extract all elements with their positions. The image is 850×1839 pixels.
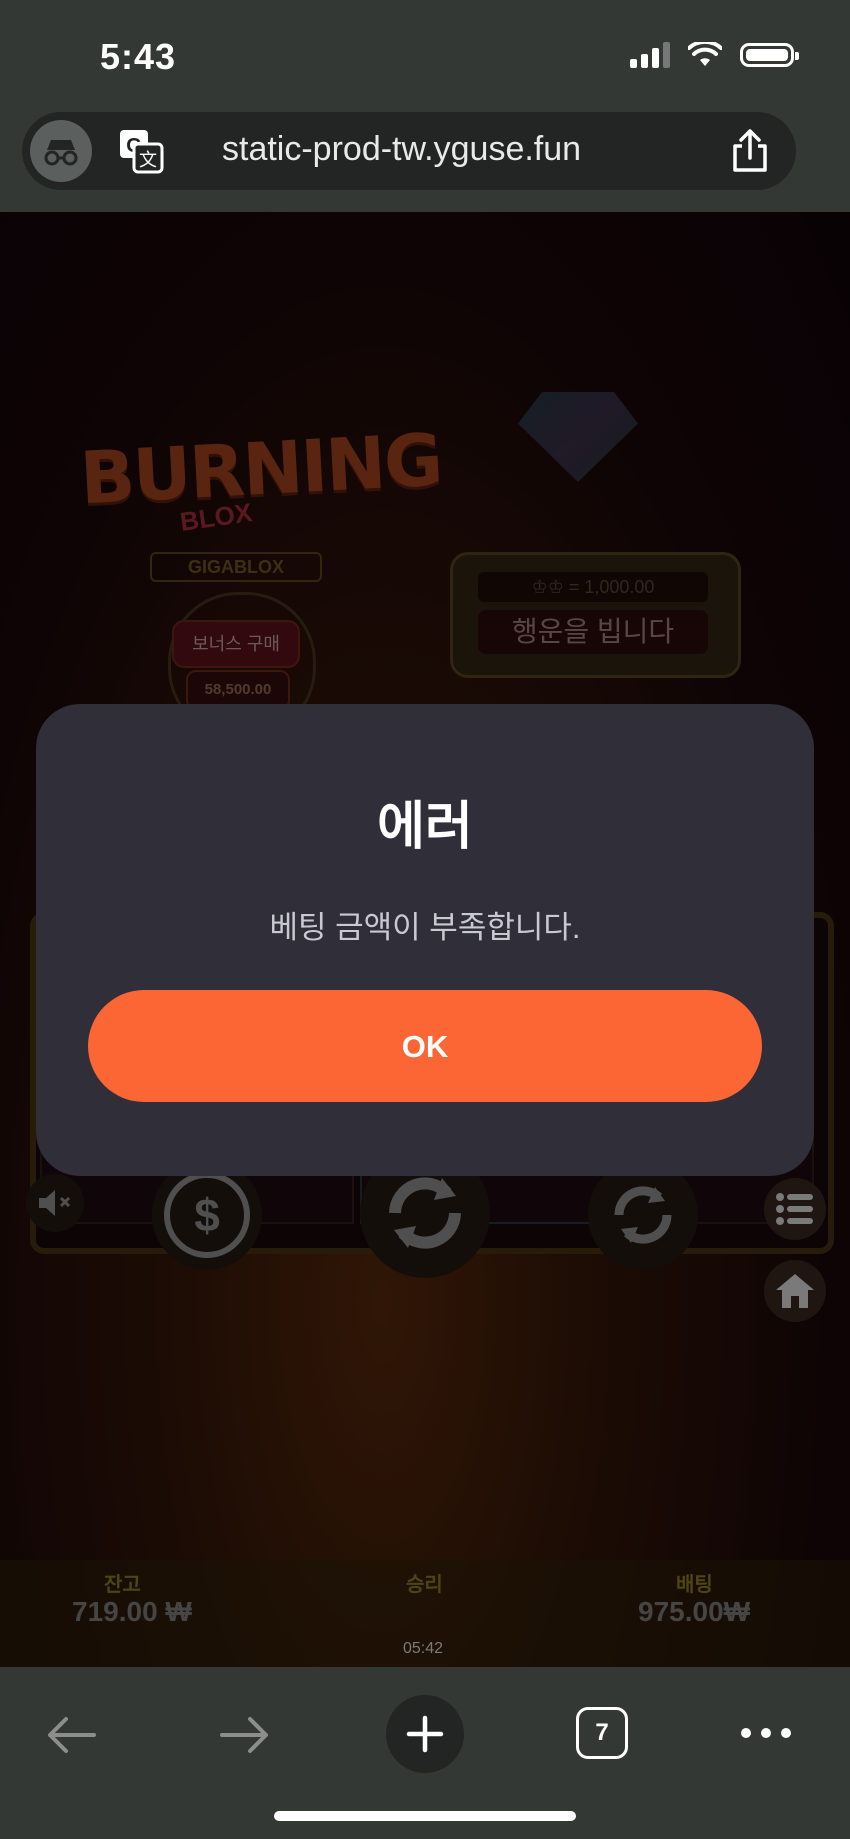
tabs-button[interactable]: 7 bbox=[576, 1707, 628, 1759]
battery-icon bbox=[740, 43, 799, 67]
error-dialog: 에러 베팅 금액이 부족합니다. OK bbox=[36, 704, 814, 1176]
address-bar[interactable]: G 文 static-prod-tw.yguse.fun bbox=[22, 112, 796, 190]
url-text[interactable]: static-prod-tw.yguse.fun bbox=[222, 130, 581, 169]
dialog-title: 에러 bbox=[377, 798, 473, 856]
back-icon[interactable] bbox=[40, 1705, 100, 1765]
dialog-message: 베팅 금액이 부족합니다. bbox=[269, 910, 581, 945]
share-icon[interactable] bbox=[730, 128, 770, 174]
browser-top-bar: 5:43 G 文 static-prod-tw.yguse.fun bbox=[0, 0, 850, 212]
ok-button[interactable]: OK bbox=[88, 990, 762, 1102]
menu-icon[interactable] bbox=[764, 1178, 826, 1240]
cellular-signal-icon bbox=[630, 42, 670, 68]
home-icon[interactable] bbox=[764, 1260, 826, 1322]
home-indicator bbox=[274, 1811, 576, 1821]
new-tab-button[interactable] bbox=[386, 1695, 464, 1773]
status-icons bbox=[630, 42, 799, 68]
status-time: 5:43 bbox=[100, 36, 177, 77]
incognito-icon[interactable] bbox=[30, 120, 92, 182]
browser-bottom-toolbar: 7 bbox=[0, 1667, 850, 1839]
plus-icon bbox=[406, 1715, 444, 1753]
translate-icon[interactable]: G 文 bbox=[118, 128, 164, 174]
more-icon[interactable] bbox=[736, 1715, 796, 1751]
wifi-icon bbox=[688, 42, 722, 66]
forward-icon[interactable] bbox=[216, 1705, 276, 1765]
svg-text:文: 文 bbox=[139, 150, 157, 171]
